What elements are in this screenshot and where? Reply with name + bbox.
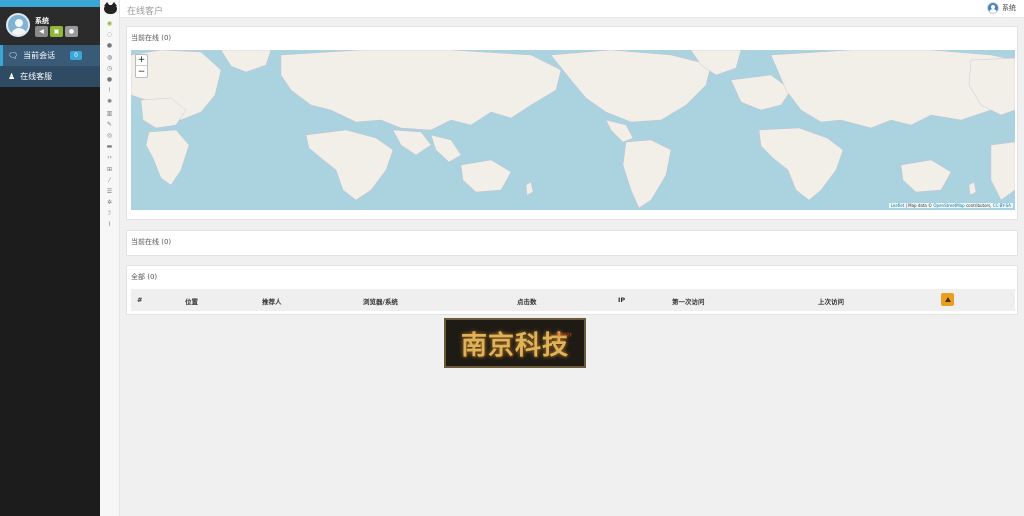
col-first-visit: 第一次访问 <box>672 298 705 306</box>
user-avatar-icon <box>987 2 999 14</box>
user-icon: ♟ <box>8 72 16 81</box>
all-panel-title: 全部 (0) <box>131 273 158 281</box>
sidebar: 系统 ◀ ▣ ● 🗨 当前会话 0 ♟ 在线客服 <box>0 0 100 516</box>
list-icon[interactable]: ☰ <box>100 186 119 197</box>
brand-banner: 南京科技 南京科技 <box>444 318 586 368</box>
icon-rail: ◉ ◌ ● ◍ ◷ ● ! ✺ ▥ ✎ ◎ ▬ ‹› ⊞ ⁄ ☰ ✲ ℐ ⌇ <box>100 0 120 516</box>
pin-icon[interactable]: ! <box>100 85 119 96</box>
profile-panel: 系统 ◀ ▣ ● <box>0 7 100 45</box>
bubble-icon[interactable]: ● <box>100 74 119 85</box>
col-ip: IP <box>618 296 626 304</box>
chat-icon[interactable]: ◌ <box>100 29 119 40</box>
top-header: 在线客户 系统 <box>120 0 1024 18</box>
map-attribution: Leaflet | Map data © OpenStreetMap contr… <box>888 203 1013 208</box>
zoom-out-button[interactable]: − <box>136 66 147 77</box>
user-menu[interactable]: 系统 <box>987 2 1016 14</box>
code-icon[interactable]: ‹› <box>100 152 119 163</box>
sidebar-item-label: 在线客服 <box>20 72 53 81</box>
banner-text: 南京科技 <box>460 330 569 361</box>
col-referrer: 推荐人 <box>262 298 282 306</box>
cog-icon[interactable]: ✲ <box>100 197 119 208</box>
map-panel-title: 当前在线 (0) <box>131 34 172 42</box>
warning-icon <box>944 297 951 302</box>
eye-icon[interactable]: ◉ <box>100 18 119 29</box>
col-index: # <box>137 296 143 304</box>
all-visitors-panel: 全部 (0) # 位置 推荐人 浏览器/系统 点击数 IP 第一次访问 上次访问 <box>126 265 1018 315</box>
comments-icon[interactable]: ◍ <box>100 52 119 63</box>
profile-username: 系统 <box>35 17 49 25</box>
visitors-table-header: # 位置 推荐人 浏览器/系统 点击数 IP 第一次访问 上次访问 <box>131 289 1015 311</box>
avatar[interactable] <box>6 13 30 37</box>
badge-icon[interactable]: ▣ <box>50 26 63 37</box>
chart-icon[interactable]: ⌇ <box>100 219 119 230</box>
session-count-badge: 0 <box>70 51 82 60</box>
map-tiles <box>131 50 1015 209</box>
col-location: 位置 <box>185 298 198 306</box>
sidebar-item-online-agents[interactable]: ♟ 在线客服 <box>0 66 100 87</box>
online-panel-title: 当前在线 (0) <box>131 238 172 246</box>
user-circle-icon[interactable]: ◎ <box>100 130 119 141</box>
sidebar-topbar <box>0 0 100 7</box>
license-link[interactable]: CC-BY-SA <box>993 203 1011 208</box>
cat-logo-icon[interactable] <box>100 0 120 18</box>
leaflet-link[interactable]: Leaflet <box>891 203 905 208</box>
banner-seal: 南京科技 <box>556 332 572 337</box>
volume-icon[interactable]: ◀ <box>35 26 48 37</box>
pen-icon[interactable]: ✎ <box>100 119 119 130</box>
wrench-icon[interactable]: ℐ <box>100 208 119 219</box>
brush-icon[interactable]: ⁄ <box>100 175 119 186</box>
zoom-in-button[interactable]: + <box>136 55 147 66</box>
col-browser-os: 浏览器/系统 <box>363 298 398 306</box>
sidebar-item-label: 当前会话 <box>23 51 56 60</box>
gear-icon[interactable]: ✺ <box>100 96 119 107</box>
attribution-contributors: contributors, <box>964 203 993 208</box>
chat-icon: 🗨 <box>8 51 19 60</box>
col-clicks: 点击数 <box>517 298 537 306</box>
clock-icon[interactable]: ◷ <box>100 63 119 74</box>
mail-icon[interactable]: ▬ <box>100 141 119 152</box>
world-map[interactable]: + − Leaflet | Map data © OpenStreetMap c… <box>131 50 1015 210</box>
bank-icon[interactable]: ▥ <box>100 108 119 119</box>
warning-button[interactable] <box>941 293 954 306</box>
page-title: 在线客户 <box>127 7 164 17</box>
online-panel: 当前在线 (0) <box>126 230 1018 256</box>
map-panel: 当前在线 (0) + − Leaflet | Map data © OpenSt… <box>126 26 1018 220</box>
user-name: 系统 <box>1002 4 1016 12</box>
chat-icon[interactable]: ● <box>65 26 78 37</box>
comment-icon[interactable]: ● <box>100 40 119 51</box>
col-last-visit: 上次访问 <box>818 298 844 306</box>
attribution-text: | Map data © <box>904 203 934 208</box>
map-zoom-control: + − <box>135 54 148 78</box>
osm-link[interactable]: OpenStreetMap <box>933 203 964 208</box>
sidebar-item-current-sessions[interactable]: 🗨 当前会话 0 <box>0 45 100 66</box>
basket-icon[interactable]: ⊞ <box>100 163 119 174</box>
